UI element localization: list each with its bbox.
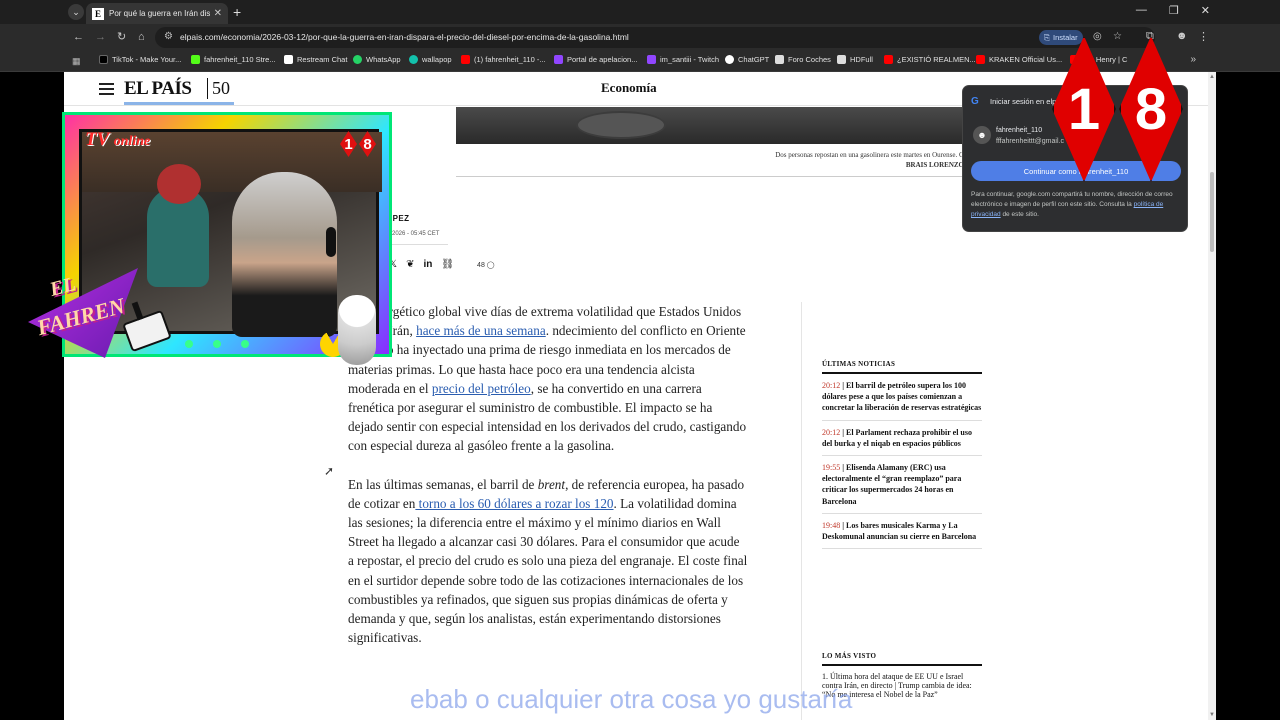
scrollbar-thumb[interactable] [1210, 172, 1214, 252]
copy-link-icon[interactable]: ⛓ [441, 259, 454, 270]
logo-underline [124, 102, 234, 105]
tab-search-icon[interactable]: ⌄ [68, 4, 84, 20]
tv-online-label: TV online [85, 129, 151, 150]
bookmark-item[interactable]: Restream Chat [284, 55, 347, 64]
article-link[interactable]: precio del petróleo [432, 381, 531, 396]
latest-news-sidebar: ÚLTIMAS NOTICIAS 20:12 | El barril de pe… [822, 360, 982, 555]
bookmark-item[interactable]: WhatsApp [353, 55, 401, 64]
astronaut-icon [338, 295, 376, 365]
bookmark-item[interactable]: ChatGPT [725, 55, 769, 64]
account-username: fahrenheit_110 [996, 127, 1043, 134]
manhole-graphic [576, 111, 666, 139]
restore-icon[interactable]: ❐ [1169, 4, 1179, 17]
streamer-person [232, 172, 337, 337]
page-scrollbar[interactable]: ▲ ▼ [1208, 72, 1216, 720]
share-bar: 𝕏 ❦ in ⛓ 48 ◯ [389, 259, 495, 270]
address-bar[interactable]: ⚙ elpais.com/economia/2026-03-12/por-que… [155, 27, 1155, 48]
latest-news-heading: ÚLTIMAS NOTICIAS [822, 360, 982, 374]
site-info-icon[interactable]: ⚙ [164, 31, 173, 42]
logo-anniversary: 50 [207, 78, 230, 99]
bookmark-item[interactable]: im_santiii - Twitch [647, 55, 719, 64]
comments-count[interactable]: 48 ◯ [477, 261, 495, 269]
age-rating-badge-large: 18 [1052, 36, 1183, 182]
article-body: ado energético global vive días de extre… [348, 302, 748, 666]
back-icon[interactable]: ← [73, 31, 84, 43]
mouse-cursor-icon: ➚ [324, 464, 335, 478]
age-rating-badge-small: 18 [340, 131, 376, 157]
install-icon: ⎘ [1044, 32, 1050, 42]
bookmark-item[interactable]: ¿EXISTIÓ REALMEN... [884, 55, 976, 64]
home-icon[interactable]: ⌂ [138, 31, 145, 43]
bookmark-item[interactable]: KRAKEN Official Us... [976, 55, 1062, 64]
most-viewed-heading: LO MÁS VISTO [822, 652, 982, 666]
account-avatar: ☻ [973, 126, 991, 144]
bookmark-item[interactable]: Foro Coches [775, 55, 831, 64]
bookmark-item[interactable]: TikTok - Make Your... [99, 55, 181, 64]
bookmark-item[interactable]: (1) fahrenheit_110 -... [461, 55, 546, 64]
linkedin-share-icon[interactable]: in [423, 259, 432, 270]
headset-icon [326, 227, 336, 257]
caption-text: Dos personas repostan en una gasolinera … [775, 151, 964, 159]
bookmark-item[interactable]: HDFull [837, 55, 873, 64]
minimize-icon[interactable]: — [1136, 4, 1147, 17]
bookmark-item[interactable]: fahrenheit_110 Stre... [191, 55, 276, 64]
tab-title: Por qué la guerra en Irán dispa [109, 9, 210, 18]
more-bookmarks-icon[interactable]: » [1190, 54, 1196, 65]
close-window-icon[interactable]: ✕ [1201, 4, 1210, 17]
column-divider [801, 302, 802, 720]
apps-grid-icon[interactable]: ▦ [72, 56, 81, 67]
article-paragraph: En las últimas semanas, el barril de bre… [348, 476, 748, 646]
hamburger-menu-icon[interactable] [99, 83, 114, 98]
url-text: elpais.com/economia/2026-03-12/por-que-l… [180, 32, 629, 42]
article-link[interactable]: hace más de una semana [416, 323, 546, 338]
live-caption-subtitle: ebab o cualquier otra cosa yo gustaría [410, 684, 853, 714]
tab-bar: ⌄ E Por qué la guerra en Irán dispa ✕ + … [0, 0, 1280, 24]
news-item[interactable]: 20:12 | El Parlament rechaza prohibir el… [822, 427, 982, 457]
article-paragraph: ado energético global vive días de extre… [348, 304, 747, 454]
site-logo[interactable]: EL PAÍS [124, 78, 192, 100]
elpais-favicon-icon: E [92, 7, 104, 20]
forward-icon[interactable]: → [95, 31, 106, 43]
signin-title: Iniciar sesión en elp [990, 97, 1057, 106]
tab-close-icon[interactable]: ✕ [214, 8, 222, 19]
article-link[interactable]: torno a los 60 dólares a rozar los 120 [415, 496, 614, 511]
tab-active[interactable]: E Por qué la guerra en Irán dispa ✕ [86, 3, 228, 24]
joystick-icon [122, 309, 172, 353]
news-item[interactable]: 19:48 | Los bares musicales Karma y La D… [822, 520, 982, 550]
el-fahren-logo: EL FAHREN [28, 268, 178, 364]
bookmark-item[interactable]: Portal de apelacion... [554, 55, 637, 64]
publish-date: R 2026 - 05:45 CET [386, 231, 440, 237]
puppet-head [157, 164, 201, 204]
scroll-up-icon[interactable]: ▲ [1209, 74, 1215, 80]
reload-icon[interactable]: ↻ [117, 31, 126, 43]
signin-disclaimer: Para continuar, google.com compartirá tu… [971, 191, 1173, 218]
pacman-dots [185, 340, 249, 348]
section-title[interactable]: Economía [601, 80, 657, 96]
new-tab-icon[interactable]: + [233, 4, 241, 20]
news-item[interactable]: 19:55 | Elisenda Alamany (ERC) usa elect… [822, 462, 982, 514]
caption-credit: BRAIS LORENZO [905, 161, 964, 169]
bookmark-item[interactable]: wallapop [409, 55, 452, 64]
photo-caption: Dos personas repostan en una gasolinera … [664, 150, 964, 170]
google-logo-icon: G [971, 96, 979, 107]
scroll-down-icon[interactable]: ▼ [1209, 712, 1215, 718]
menu-kebab-icon[interactable]: ⋮ [1198, 30, 1209, 43]
news-item[interactable]: 20:12 | El barril de petróleo supera los… [822, 380, 982, 421]
bluesky-share-icon[interactable]: ❦ [406, 259, 414, 270]
caption-divider [456, 176, 976, 177]
